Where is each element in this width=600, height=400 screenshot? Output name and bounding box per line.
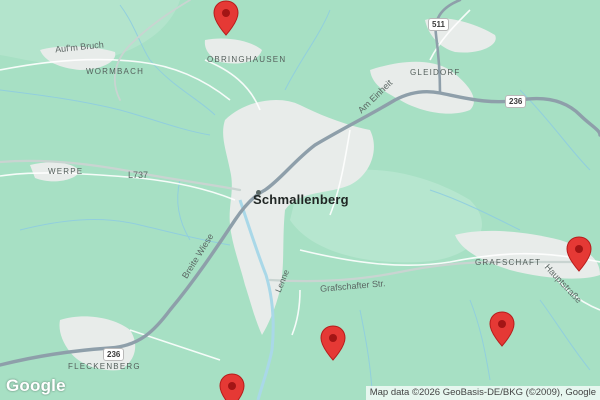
- map-marker-icon[interactable]: [489, 311, 515, 347]
- google-logo[interactable]: Google: [6, 376, 66, 396]
- town-label-werpe: WERPE: [48, 167, 84, 176]
- map-marker-icon[interactable]: [566, 236, 592, 272]
- city-dot: [256, 190, 261, 195]
- town-label-grafschaft: GRAFSCHAFT: [475, 258, 542, 267]
- town-label-fleckenberg: FLECKENBERG: [68, 362, 141, 371]
- map-marker-icon[interactable]: [320, 325, 346, 361]
- map-marker-icon[interactable]: [213, 0, 239, 36]
- route-shield-511: 511: [428, 18, 449, 31]
- city-label-schmallenberg: Schmallenberg: [253, 192, 349, 207]
- town-label-gleidorf: GLEIDORF: [410, 68, 461, 77]
- map-canvas[interactable]: WORMBACH OBRINGHAUSEN GLEIDORF WERPE GRA…: [0, 0, 600, 400]
- route-shield-236-west: 236: [103, 348, 125, 361]
- town-label-wormbach: WORMBACH: [86, 67, 145, 76]
- street-label-l737: L737: [128, 170, 149, 180]
- map-attribution[interactable]: Map data ©2026 GeoBasis-DE/BKG (©2009), …: [365, 386, 600, 400]
- map-marker-icon[interactable]: [219, 373, 245, 400]
- route-shield-236-east: 236: [505, 95, 527, 108]
- town-label-obringhausen: OBRINGHAUSEN: [207, 55, 287, 64]
